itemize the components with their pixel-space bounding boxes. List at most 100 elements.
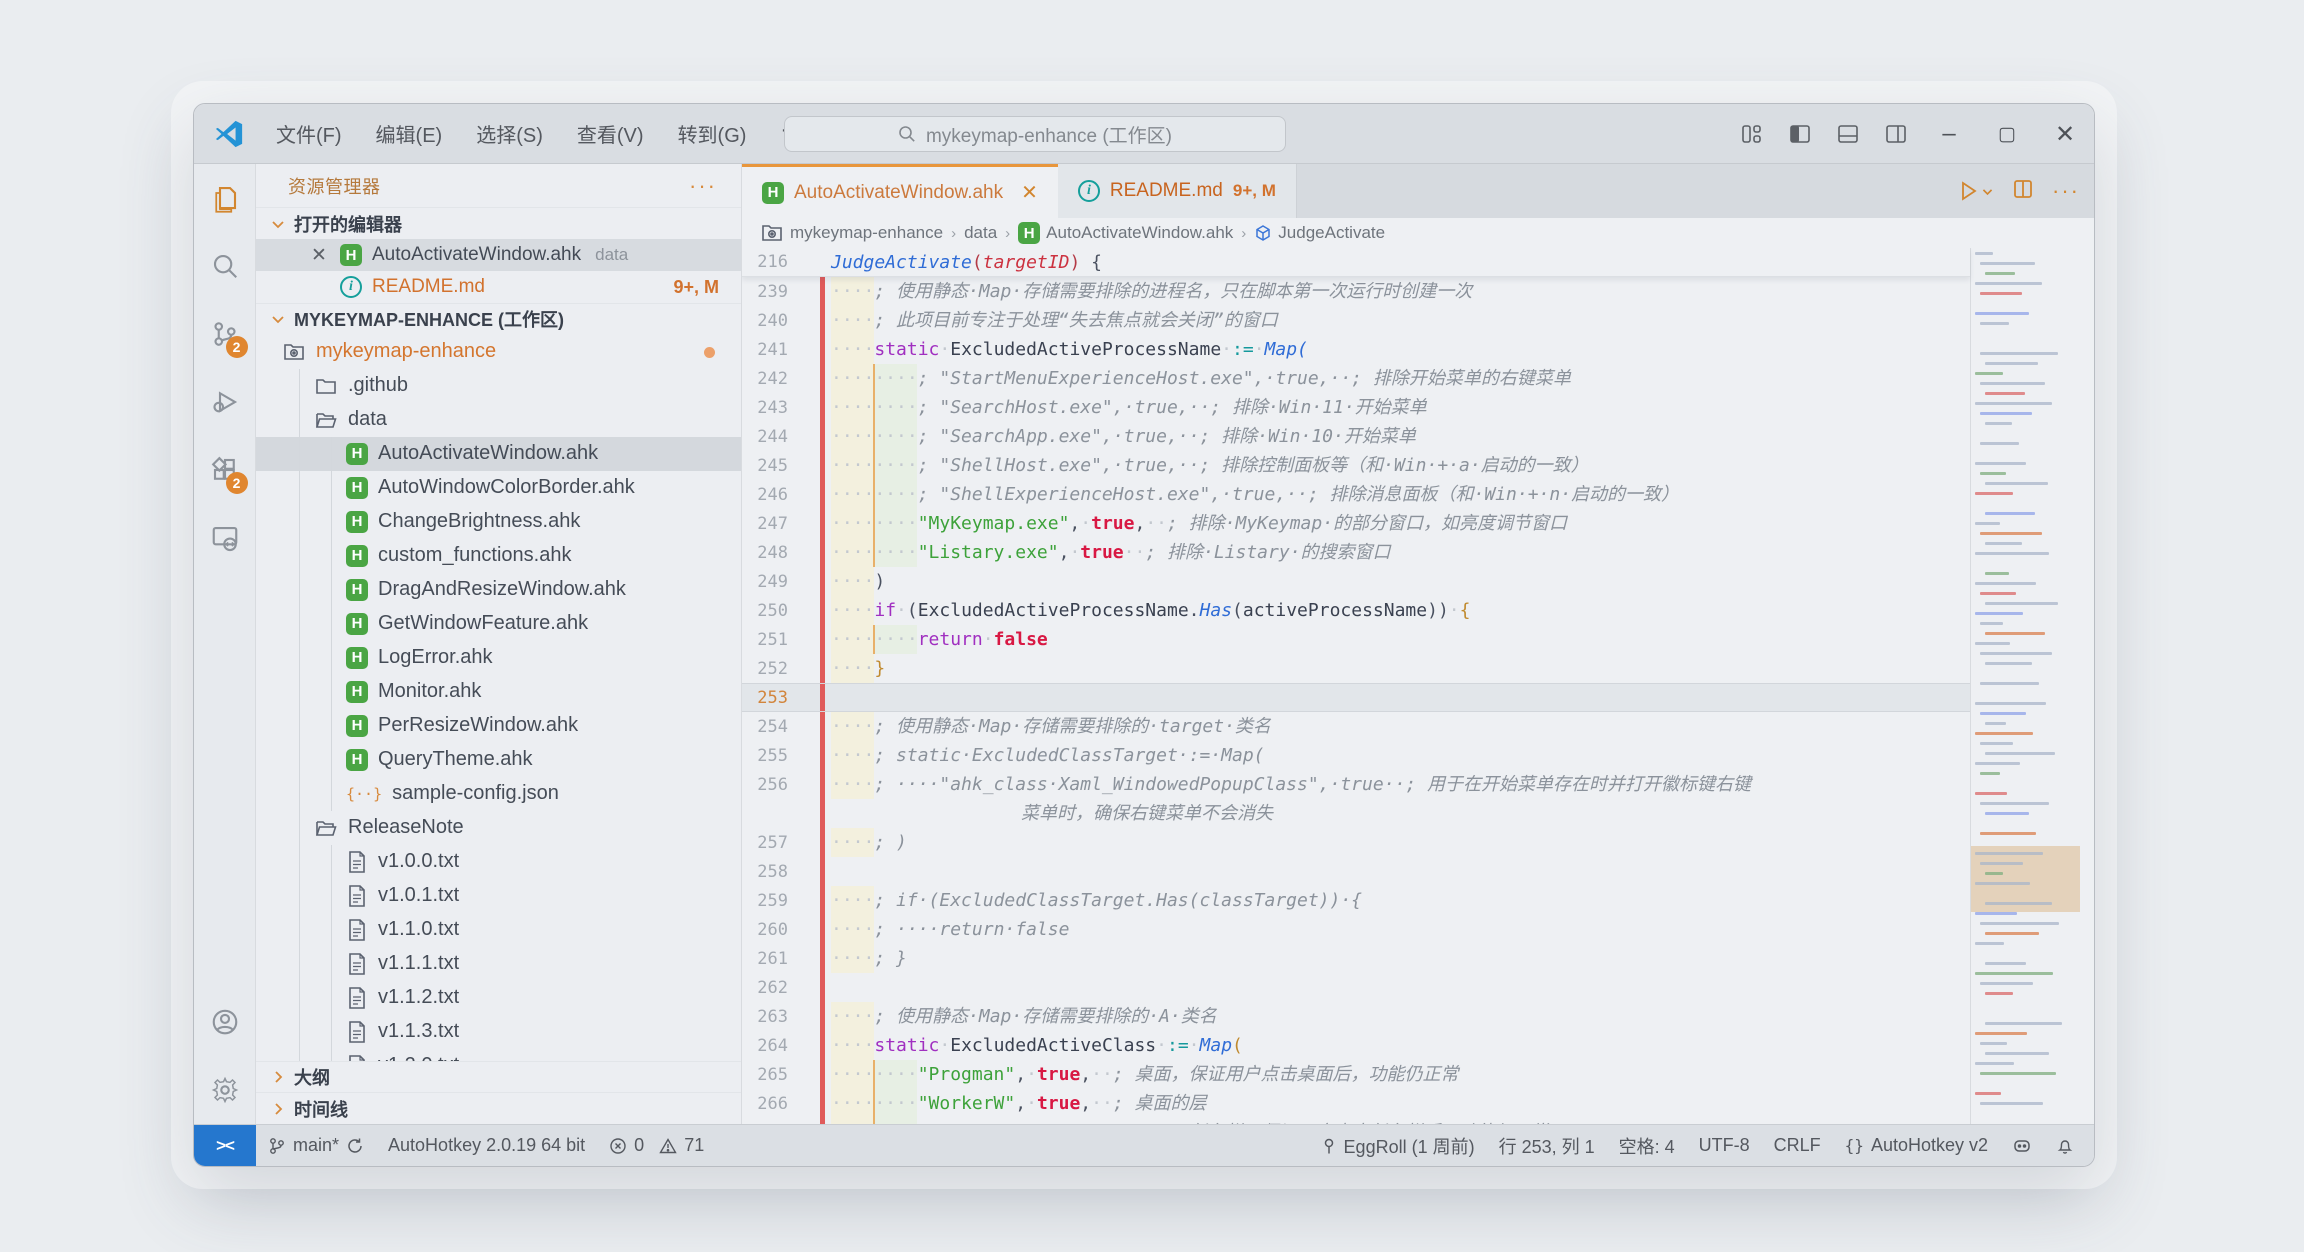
tree-item-mykeymap-enhance[interactable]: mykeymap-enhance — [256, 335, 741, 369]
code-editor[interactable]: 216JudgeActivate(targetID) {239····; 使用静… — [742, 248, 2094, 1124]
minimap-line — [1975, 612, 2023, 615]
toggle-panel-icon[interactable] — [1824, 104, 1872, 164]
tree-item-QueryTheme.ahk[interactable]: HQueryTheme.ahk — [256, 743, 741, 777]
breadcrumb-item[interactable]: HAutoActivateWindow.ahk — [1018, 222, 1233, 244]
settings-icon[interactable] — [194, 1056, 256, 1124]
tree-item-v1.1.3.txt[interactable]: v1.1.3.txt — [256, 1015, 741, 1049]
command-center-search[interactable]: mykeymap-enhance (工作区) — [784, 116, 1286, 152]
tree-item-v1.2.0.txt[interactable]: v1.2.0.txt — [256, 1049, 741, 1061]
open-editors-list: ✕HAutoActivateWindow.ahkdataiREADME.md9+… — [256, 239, 741, 303]
status-item-0[interactable]: 071 — [597, 1125, 716, 1167]
code-line-257: 257····; ) — [742, 828, 1970, 857]
status-item-EggRoll[interactable]: EggRoll (1 周前) — [1309, 1125, 1487, 1167]
remote-explorer-icon[interactable] — [194, 504, 256, 572]
customize-layout-icon[interactable] — [1728, 104, 1776, 164]
run-button[interactable] — [1957, 180, 1994, 202]
tree-item-v1.1.2.txt[interactable]: v1.1.2.txt — [256, 981, 741, 1015]
vscode-window: 文件(F)编辑(E)选择(S)查看(V)转到(G)··· mykeymap-en… — [193, 103, 2095, 1167]
menu-item-转到[interactable]: 转到(G) — [664, 113, 761, 154]
tree-item-v1.1.0.txt[interactable]: v1.1.0.txt — [256, 913, 741, 947]
tree-item-DragAndResizeWindow.ahk[interactable]: HDragAndResizeWindow.ahk — [256, 573, 741, 607]
tree-item-LogError.ahk[interactable]: HLogError.ahk — [256, 641, 741, 675]
status-item-bell[interactable] — [2044, 1125, 2086, 1167]
breadcrumb-item[interactable]: mykeymap-enhance — [760, 221, 943, 245]
timeline-section-header[interactable]: 时间线 — [256, 1092, 741, 1124]
status-item-行[interactable]: 行 253, 列 1 — [1487, 1125, 1607, 1167]
tree-item-Monitor.ahk[interactable]: HMonitor.ahk — [256, 675, 741, 709]
workspace-section-header[interactable]: MYKEYMAP-ENHANCE (工作区) — [256, 303, 741, 335]
status-item-CRLF[interactable]: CRLF — [1762, 1125, 1833, 1167]
run-debug-icon[interactable] — [194, 368, 256, 436]
minimap-line — [1985, 992, 2013, 995]
tree-item-custom_functions.ahk[interactable]: Hcustom_functions.ahk — [256, 539, 741, 573]
tree-item-PerResizeWindow.ahk[interactable]: HPerResizeWindow.ahk — [256, 709, 741, 743]
minimap-line — [1980, 262, 2035, 265]
close-button[interactable]: ✕ — [2036, 104, 2094, 164]
line-number: 267 — [742, 1123, 794, 1125]
tree-item-data[interactable]: data — [256, 403, 741, 437]
code-line-267: 267········"Shell_TrayWnd",·true··; 任务栏，… — [742, 1118, 1970, 1124]
toggle-sidebar-icon[interactable] — [1776, 104, 1824, 164]
menu-item-文件[interactable]: 文件(F) — [262, 113, 356, 154]
status-item-空格:[interactable]: 空格: 4 — [1607, 1125, 1687, 1167]
status-item-main*[interactable]: main* — [256, 1125, 376, 1167]
split-editor-icon[interactable] — [2012, 178, 2034, 205]
tree-item-.github[interactable]: .github — [256, 369, 741, 403]
breadcrumb-item[interactable]: data — [964, 223, 997, 243]
tree-item-ChangeBrightness.ahk[interactable]: HChangeBrightness.ahk — [256, 505, 741, 539]
close-icon[interactable]: ✕ — [308, 244, 330, 267]
close-icon[interactable]: ✕ — [1021, 180, 1038, 205]
toggle-secondary-sidebar-icon[interactable] — [1872, 104, 1920, 164]
account-icon[interactable] — [194, 988, 256, 1056]
extensions-icon[interactable]: 2 — [194, 436, 256, 504]
tab-README.md[interactable]: iREADME.md9+, M — [1058, 164, 1297, 218]
status-item-copilot[interactable] — [2000, 1125, 2044, 1167]
remote-indicator[interactable]: >< — [194, 1125, 256, 1167]
menu-bar: 文件(F)编辑(E)选择(S)查看(V)转到(G)··· — [262, 113, 814, 154]
menu-item-编辑[interactable]: 编辑(E) — [362, 113, 457, 154]
menu-item-选择[interactable]: 选择(S) — [462, 113, 557, 154]
outline-section-header[interactable]: 大纲 — [256, 1061, 741, 1093]
tree-item-sample-config.json[interactable]: {··}sample-config.json — [256, 777, 741, 811]
open-editor-item[interactable]: iREADME.md9+, M — [256, 271, 741, 303]
tree-item-v1.1.1.txt[interactable]: v1.1.1.txt — [256, 947, 741, 981]
vscode-logo-icon — [214, 119, 244, 149]
breadcrumb-item[interactable]: JudgeActivate — [1254, 223, 1385, 243]
maximize-button[interactable]: ▢ — [1978, 104, 2036, 164]
search-icon[interactable] — [194, 232, 256, 300]
chevron-right-icon — [270, 1101, 286, 1117]
vertical-scrollbar[interactable] — [2080, 248, 2094, 1124]
chevron-down-icon — [270, 216, 286, 232]
more-actions-icon[interactable]: ··· — [2052, 178, 2080, 204]
code-line-255: 255····; static·ExcludedClassTarget·:=·M… — [742, 741, 1970, 770]
menu-item-查看[interactable]: 查看(V) — [563, 113, 658, 154]
sidebar-more-actions-icon[interactable]: ··· — [689, 173, 717, 199]
indent-guide — [331, 1049, 332, 1061]
breadcrumb-label: JudgeActivate — [1278, 223, 1385, 243]
indent-guide — [299, 471, 300, 505]
tree-item-ReleaseNote[interactable]: ReleaseNote — [256, 811, 741, 845]
git-modified-bar — [820, 712, 825, 741]
minimap-line — [1975, 912, 2017, 915]
explorer-icon[interactable] — [194, 164, 256, 232]
line-number: 264 — [742, 1036, 794, 1056]
breadcrumb-separator: › — [1241, 225, 1246, 242]
tree-item-GetWindowFeature.ahk[interactable]: HGetWindowFeature.ahk — [256, 607, 741, 641]
tab-AutoActivateWindow.ahk[interactable]: HAutoActivateWindow.ahk✕ — [742, 164, 1058, 218]
status-item-UTF-8[interactable]: UTF-8 — [1687, 1125, 1762, 1167]
tree-item-v1.0.0.txt[interactable]: v1.0.0.txt — [256, 845, 741, 879]
tab-label: README.md — [1110, 180, 1223, 202]
code-line-250: 250····if·(ExcludedActiveProcessName.Has… — [742, 596, 1970, 625]
open-editors-header[interactable]: 打开的编辑器 — [256, 207, 741, 239]
minimap-line — [1980, 742, 2013, 745]
minimize-button[interactable]: – — [1920, 104, 1978, 164]
open-editor-item[interactable]: ✕HAutoActivateWindow.ahkdata — [256, 239, 741, 271]
tree-item-v1.0.1.txt[interactable]: v1.0.1.txt — [256, 879, 741, 913]
status-item-AutoHotkey[interactable]: {}AutoHotkey v2 — [1833, 1125, 2000, 1167]
source-control-icon[interactable]: 2 — [194, 300, 256, 368]
status-item-AutoHotkey[interactable]: AutoHotkey 2.0.19 64 bit — [376, 1125, 597, 1167]
tree-item-label: ChangeBrightness.ahk — [378, 510, 580, 533]
tree-item-AutoActivateWindow.ahk[interactable]: HAutoActivateWindow.ahk — [256, 437, 741, 471]
minimap[interactable] — [1970, 248, 2080, 1124]
tree-item-AutoWindowColorBorder.ahk[interactable]: HAutoWindowColorBorder.ahk — [256, 471, 741, 505]
